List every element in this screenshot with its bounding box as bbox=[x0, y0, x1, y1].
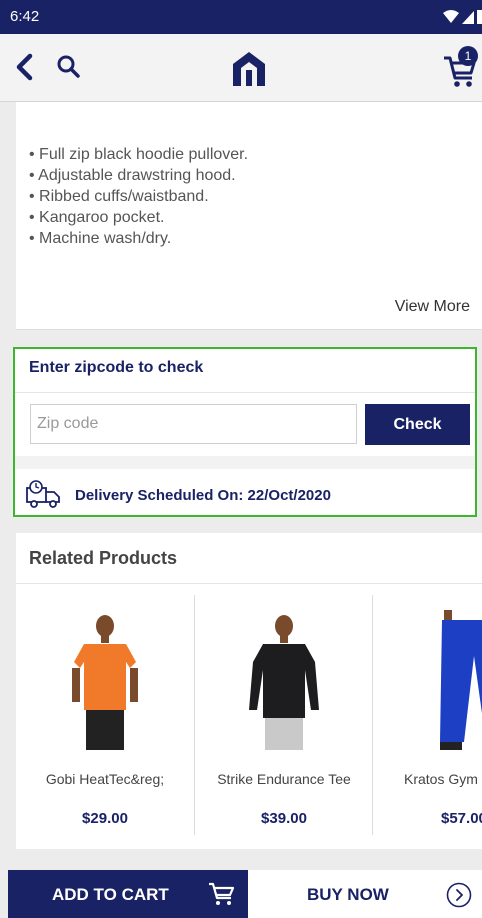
product-card-kratos[interactable]: Kratos Gym $57.00 bbox=[374, 595, 482, 837]
related-products-card: Related Products Gobi HeatTec&reg; $29.0… bbox=[16, 533, 482, 849]
back-button[interactable] bbox=[12, 52, 38, 82]
status-bar: 6:42 bbox=[0, 0, 482, 34]
related-products-title: Related Products bbox=[29, 548, 178, 568]
app-bar: 1 bbox=[0, 34, 482, 102]
status-time: 6:42 bbox=[10, 8, 40, 25]
cart-icon bbox=[209, 882, 235, 905]
buy-now-label: BUY NOW bbox=[307, 885, 389, 904]
feature-item: Kangaroo pocket. bbox=[29, 207, 248, 228]
product-description-card: Full zip black hoodie pullover.Adjustabl… bbox=[16, 102, 482, 330]
buy-now-button[interactable]: BUY NOW bbox=[248, 870, 482, 918]
signal-icon bbox=[462, 11, 474, 24]
delivery-date-text: Delivery Scheduled On: 22/Oct/2020 bbox=[75, 487, 331, 504]
product-price: $57.00 bbox=[441, 810, 482, 827]
product-card-strike[interactable]: Strike Endurance Tee $39.00 bbox=[195, 595, 373, 837]
product-card-gobi[interactable]: Gobi HeatTec&reg; $29.00 bbox=[16, 595, 194, 837]
product-name: Gobi HeatTec&reg; bbox=[45, 771, 165, 787]
bottom-action-bar: ADD TO CART BUY NOW bbox=[0, 870, 482, 918]
feature-list: Full zip black hoodie pullover.Adjustabl… bbox=[29, 144, 248, 249]
product-image bbox=[72, 615, 138, 750]
search-button[interactable] bbox=[56, 54, 82, 80]
feature-item: Full zip black hoodie pullover. bbox=[29, 144, 248, 165]
zipcode-title: Enter zipcode to check bbox=[29, 359, 204, 376]
logo-icon bbox=[233, 52, 265, 86]
truck-icon bbox=[26, 480, 60, 508]
product-name: Strike Endurance Tee bbox=[217, 771, 351, 787]
cart-button[interactable]: 1 bbox=[440, 46, 480, 90]
search-icon bbox=[57, 55, 80, 78]
feature-item: Adjustable drawstring hood. bbox=[29, 165, 248, 186]
product-image bbox=[440, 610, 482, 750]
check-button[interactable]: Check bbox=[365, 404, 470, 445]
product-price: $29.00 bbox=[82, 810, 128, 827]
feature-item: Machine wash/dry. bbox=[29, 228, 248, 249]
cart-count-badge: 1 bbox=[458, 46, 478, 66]
zipcode-check-card: Enter zipcode to check Check Delivery Sc… bbox=[13, 347, 477, 517]
view-more-link[interactable]: View More bbox=[395, 298, 470, 316]
add-to-cart-label: ADD TO CART bbox=[52, 885, 169, 904]
back-icon bbox=[16, 53, 33, 81]
product-name: Kratos Gym bbox=[404, 771, 478, 787]
zipcode-input[interactable] bbox=[30, 404, 357, 444]
divider bbox=[16, 583, 482, 584]
feature-item: Ribbed cuffs/waistband. bbox=[29, 186, 248, 207]
divider bbox=[15, 456, 475, 469]
status-icons bbox=[442, 9, 482, 30]
divider bbox=[372, 595, 373, 835]
battery-icon bbox=[477, 10, 482, 24]
divider bbox=[15, 392, 475, 393]
product-price: $39.00 bbox=[261, 810, 307, 827]
wifi-icon bbox=[443, 10, 459, 23]
store-logo[interactable] bbox=[229, 48, 269, 90]
product-image bbox=[249, 615, 319, 750]
chevron-right-icon bbox=[446, 882, 472, 908]
add-to-cart-button[interactable]: ADD TO CART bbox=[8, 870, 248, 918]
